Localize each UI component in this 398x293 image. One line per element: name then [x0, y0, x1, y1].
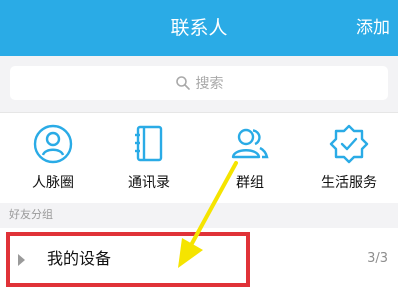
- person-circle-icon: [33, 124, 73, 164]
- service-shield-icon: [329, 124, 369, 164]
- quick-entry-life-services[interactable]: 生活服务: [309, 123, 389, 201]
- search-icon: [175, 76, 190, 90]
- quick-entry-label: 人脉圈: [32, 175, 74, 191]
- quick-entry-renmaiquan[interactable]: 人脉圈: [13, 123, 93, 201]
- quick-entries: 人脉圈 通讯录 群组 生活服务: [0, 113, 398, 203]
- quick-entry-groups[interactable]: 群组: [210, 123, 290, 201]
- search-area: 搜索: [0, 56, 398, 112]
- quick-entry-label: 通讯录: [128, 175, 170, 191]
- group-icon: [231, 128, 269, 159]
- group-count: 3/3: [367, 251, 388, 266]
- add-button[interactable]: 添加: [356, 0, 390, 56]
- address-book-icon: [135, 125, 163, 162]
- quick-entry-label: 生活服务: [321, 175, 377, 191]
- highlight-box: [6, 232, 250, 287]
- search-placeholder: 搜索: [195, 76, 224, 92]
- quick-entry-label: 群组: [236, 175, 264, 191]
- section-header: 好友分组: [0, 203, 398, 228]
- header-bar: 联系人 添加: [0, 0, 398, 56]
- quick-entry-contacts[interactable]: 通讯录: [109, 123, 189, 201]
- section-label: 好友分组: [9, 208, 53, 221]
- page-title: 联系人: [170, 17, 228, 39]
- search-input[interactable]: 搜索: [10, 66, 388, 100]
